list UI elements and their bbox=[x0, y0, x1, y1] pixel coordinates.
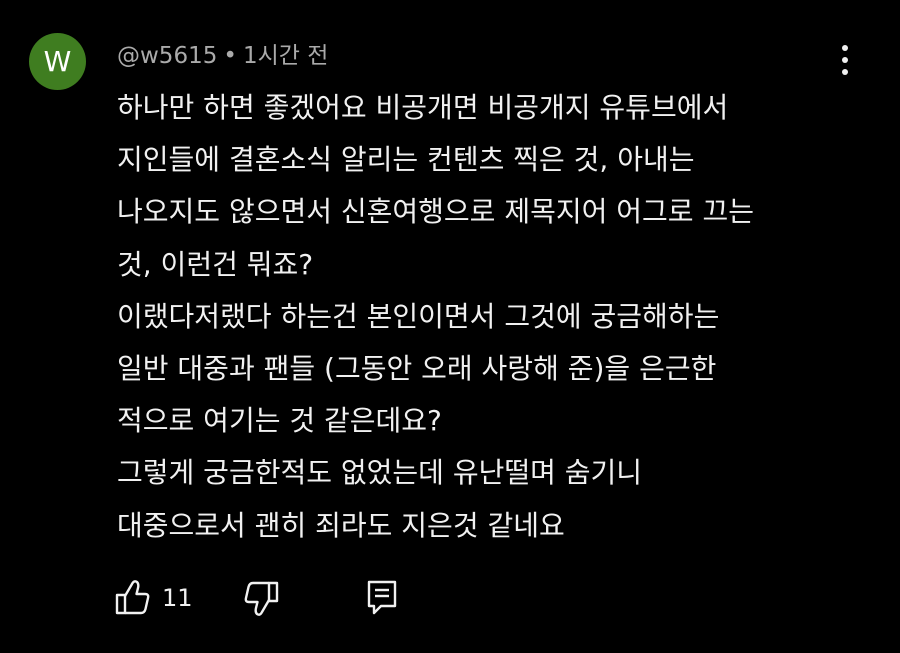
comment-line: 것, 이런건 뭐죠? bbox=[117, 247, 314, 281]
separator-dot: • bbox=[223, 43, 237, 69]
comment-item: W @w5615 • 1시간 전 하나만 하면 좋겠어요 비공개면 비공개지 유튜브… bbox=[0, 0, 900, 653]
comment-line: 적으로 여기는 것 같은데요? bbox=[117, 404, 442, 438]
thumbs-up-icon bbox=[115, 580, 150, 615]
more-vertical-icon[interactable] bbox=[833, 42, 857, 78]
reply-button[interactable] bbox=[364, 578, 400, 622]
comment-actions: 11 bbox=[114, 578, 434, 622]
dislike-button[interactable] bbox=[244, 578, 280, 622]
comment-text: 하나만 하면 좋겠어요 비공개면 비공개지 유튜브에서 지인들에 결혼소식 알리… bbox=[117, 82, 877, 552]
author-handle[interactable]: @w5615 bbox=[117, 43, 217, 69]
avatar[interactable]: W bbox=[29, 33, 86, 90]
comment-line: 하나만 하면 좋겠어요 비공개면 비공개지 유튜브에서 bbox=[117, 91, 729, 124]
like-count: 11 bbox=[162, 584, 193, 612]
comment-line: 일반 대중과 팬들 (그동안 오래 사랑해 준)을 은근한 bbox=[117, 352, 717, 386]
comment-line: 나오지도 않으면서 신혼여행으로 제목지어 어그로 끄는 bbox=[117, 195, 754, 229]
reply-icon bbox=[367, 580, 397, 615]
comment-line: 대중으로서 괜히 죄라도 지은것 같네요 bbox=[117, 508, 565, 542]
comment-line: 그렇게 궁금한적도 없었는데 유난떨며 숨기니 bbox=[117, 456, 643, 490]
comment-line: 이랬다저랬다 하는건 본인이면서 그것에 궁금해하는 bbox=[117, 299, 720, 333]
thumbs-down-icon bbox=[244, 581, 279, 616]
comment-header: @w5615 • 1시간 전 bbox=[117, 36, 328, 70]
comment-line: 지인들에 결혼소식 알리는 컨텐츠 찍은 것, 아내는 bbox=[117, 143, 695, 177]
timestamp[interactable]: 1시간 전 bbox=[243, 43, 328, 69]
like-button[interactable] bbox=[114, 578, 150, 622]
